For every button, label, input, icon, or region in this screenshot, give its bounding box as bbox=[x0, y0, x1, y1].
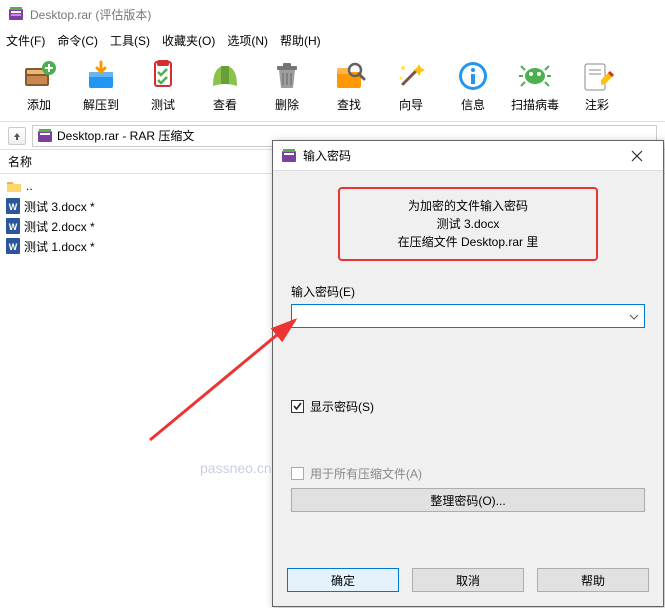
path-text: Desktop.rar - RAR 压缩文 bbox=[57, 127, 194, 144]
svg-text:W: W bbox=[9, 222, 18, 232]
tool-info[interactable]: 信息 bbox=[442, 56, 504, 115]
cancel-button[interactable]: 取消 bbox=[412, 568, 524, 592]
app-icon bbox=[281, 148, 297, 164]
close-button[interactable] bbox=[619, 142, 655, 170]
dialog-titlebar: 输入密码 bbox=[273, 141, 663, 171]
wizard-icon bbox=[393, 58, 429, 94]
checkbox-empty-icon bbox=[291, 467, 304, 480]
word-doc-icon: W bbox=[6, 238, 20, 254]
tool-comment[interactable]: 注彩 bbox=[566, 56, 628, 115]
menu-file[interactable]: 文件(F) bbox=[6, 32, 45, 49]
password-label: 输入密码(E) bbox=[291, 283, 645, 300]
show-password-checkbox[interactable]: 显示密码(S) bbox=[291, 398, 645, 415]
password-input[interactable] bbox=[291, 304, 645, 328]
tool-extract[interactable]: 解压到 bbox=[70, 56, 132, 115]
tool-find[interactable]: 查找 bbox=[318, 56, 380, 115]
word-doc-icon: W bbox=[6, 198, 20, 214]
menu-favorites[interactable]: 收藏夹(O) bbox=[162, 32, 215, 49]
virus-scan-icon bbox=[517, 58, 553, 94]
menu-options[interactable]: 选项(N) bbox=[227, 32, 268, 49]
word-doc-icon: W bbox=[6, 218, 20, 234]
menu-help[interactable]: 帮助(H) bbox=[280, 32, 321, 49]
help-button[interactable]: 帮助 bbox=[537, 568, 649, 592]
folder-icon bbox=[6, 179, 22, 193]
view-icon bbox=[207, 58, 243, 94]
find-icon bbox=[331, 58, 367, 94]
trash-icon bbox=[269, 58, 305, 94]
password-dialog: 输入密码 为加密的文件输入密码 测试 3.docx 在压缩文件 Desktop.… bbox=[272, 140, 664, 607]
tool-wizard[interactable]: 向导 bbox=[380, 56, 442, 115]
toolbar: 添加 解压到 测试 查看 删除 查找 向导 信息 扫描病毒 注彩 bbox=[0, 52, 665, 122]
svg-text:W: W bbox=[9, 202, 18, 212]
archive-add-icon bbox=[21, 58, 57, 94]
tool-test[interactable]: 测试 bbox=[132, 56, 194, 115]
tool-scan[interactable]: 扫描病毒 bbox=[504, 56, 566, 115]
all-archives-checkbox[interactable]: 用于所有压缩文件(A) bbox=[291, 465, 645, 482]
menu-command[interactable]: 命令(C) bbox=[57, 32, 98, 49]
up-button[interactable] bbox=[8, 127, 26, 145]
watermark: passneo.cn bbox=[200, 460, 272, 476]
menu-tools[interactable]: 工具(S) bbox=[110, 32, 150, 49]
menubar: 文件(F) 命令(C) 工具(S) 收藏夹(O) 选项(N) 帮助(H) bbox=[0, 28, 665, 52]
col-name: 名称 bbox=[8, 153, 32, 170]
tool-add[interactable]: 添加 bbox=[8, 56, 70, 115]
dialog-title: 输入密码 bbox=[303, 147, 619, 164]
archive-icon bbox=[37, 128, 53, 144]
info-box: 为加密的文件输入密码 测试 3.docx 在压缩文件 Desktop.rar 里 bbox=[338, 187, 598, 261]
window-titlebar: Desktop.rar (评估版本) bbox=[0, 0, 665, 28]
ok-button[interactable]: 确定 bbox=[287, 568, 399, 592]
organize-passwords-button[interactable]: 整理密码(O)... bbox=[291, 488, 645, 512]
test-icon bbox=[145, 58, 181, 94]
comment-icon bbox=[579, 58, 615, 94]
info-icon bbox=[455, 58, 491, 94]
svg-text:W: W bbox=[9, 242, 18, 252]
checkbox-checked-icon bbox=[291, 400, 304, 413]
app-icon bbox=[8, 6, 24, 22]
window-title: Desktop.rar (评估版本) bbox=[30, 6, 151, 23]
tool-view[interactable]: 查看 bbox=[194, 56, 256, 115]
extract-icon bbox=[83, 58, 119, 94]
tool-delete[interactable]: 删除 bbox=[256, 56, 318, 115]
